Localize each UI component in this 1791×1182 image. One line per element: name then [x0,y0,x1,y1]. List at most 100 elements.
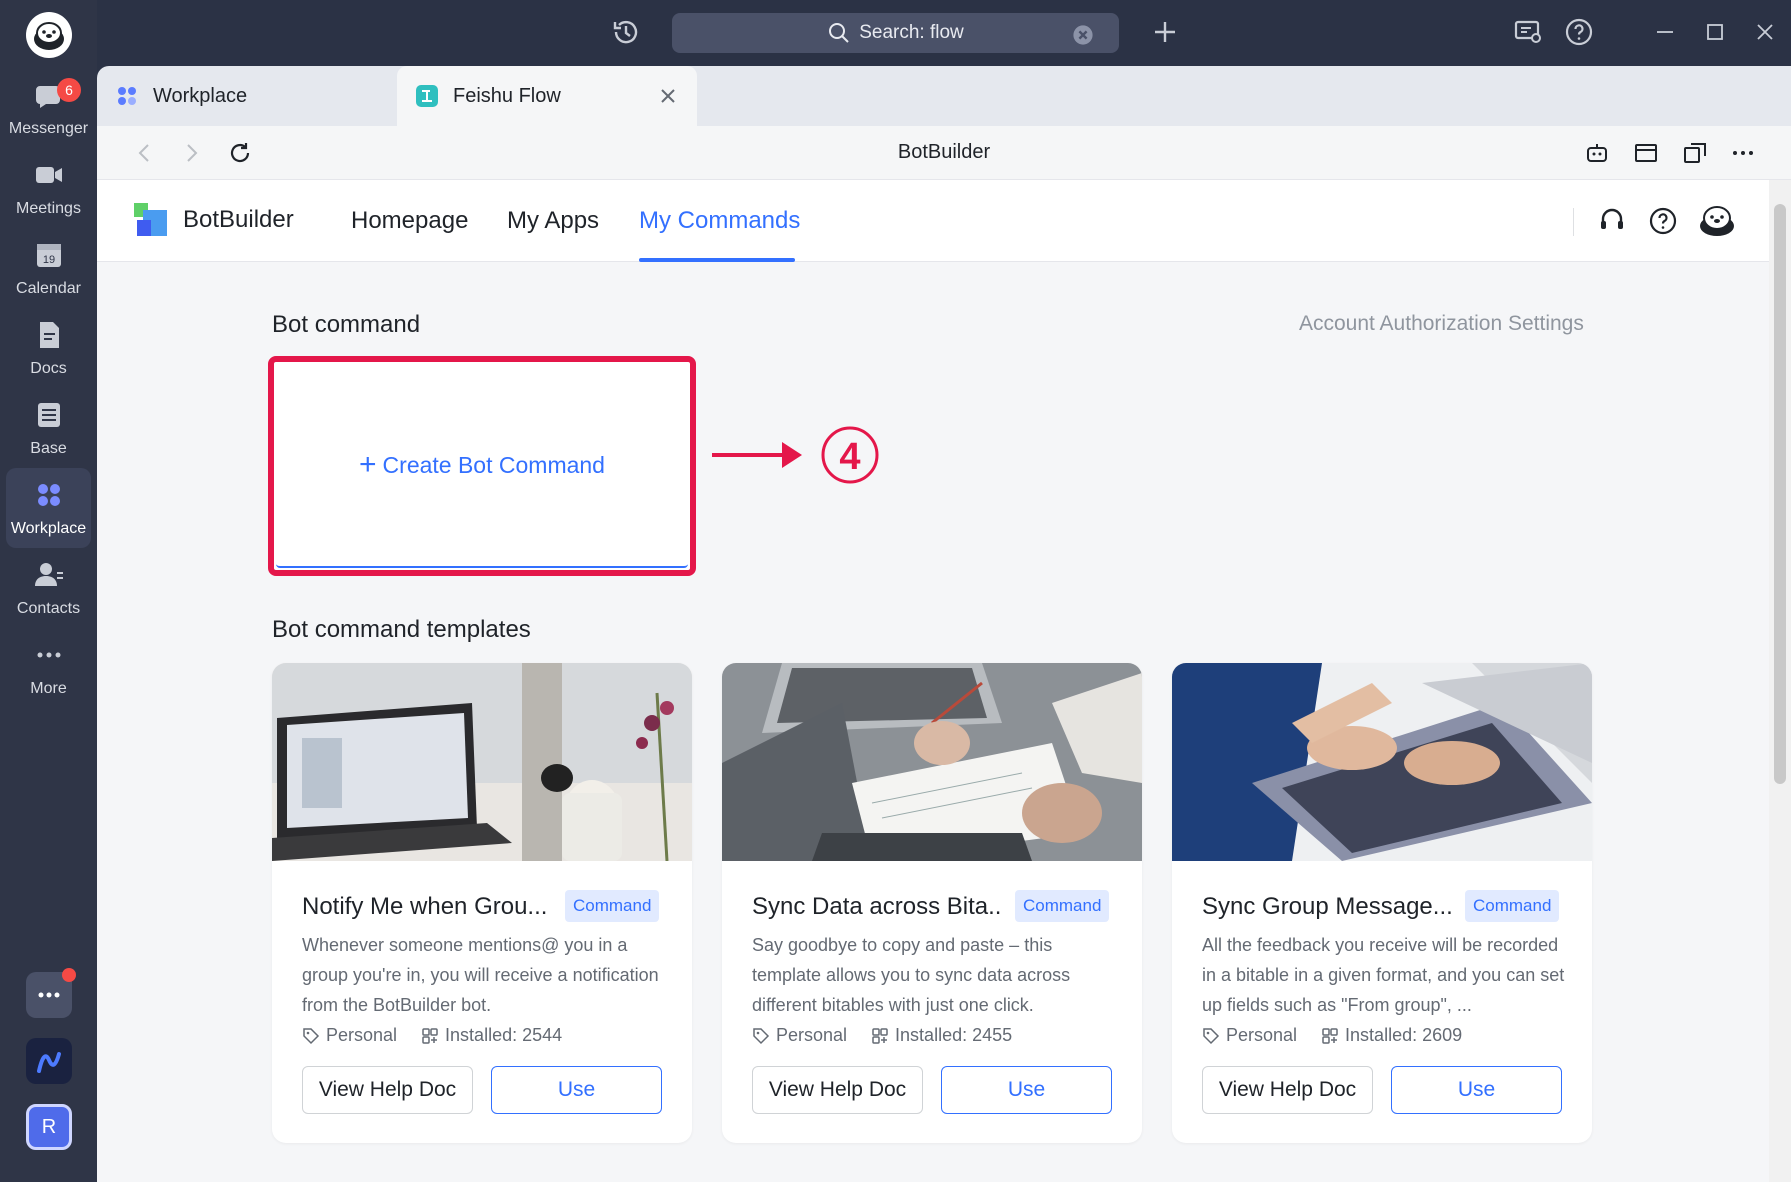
app-header: BotBuilder Homepage My Apps My Commands [97,180,1769,262]
template-meta: Personal Installed: 2455 [752,1025,1012,1046]
left-rail: Messenger 6 Meetings 19 Calendar Docs Ba… [0,0,97,1182]
rail-workplace[interactable]: Workplace [6,468,91,548]
template-card[interactable]: Sync Data across Bita... Command Say goo… [722,663,1142,1143]
help-icon[interactable] [1563,16,1595,48]
close-window-icon[interactable] [1749,16,1781,48]
screen-share-icon[interactable] [1512,16,1544,48]
rail-calendar[interactable]: 19 Calendar [6,228,91,308]
tab-label: Workplace [153,84,248,107]
nav-my-apps[interactable]: My Apps [507,207,599,235]
rail-label: Workplace [10,520,87,537]
close-tab-icon[interactable] [657,85,679,107]
bot-icon[interactable] [1584,140,1610,166]
split-view-icon[interactable] [1682,140,1708,166]
app-logo-icon[interactable] [26,12,72,58]
open-window-icon[interactable] [1633,140,1659,166]
tab-label: Feishu Flow [453,84,561,107]
template-installed: Installed: 2544 [445,1025,563,1045]
more-apps-button[interactable] [26,968,76,1018]
browser-toolbar: BotBuilder [97,126,1791,180]
account-authorization-link[interactable]: Account Authorization Settings [1299,312,1584,336]
template-meta: Personal Installed: 2609 [1202,1025,1462,1046]
rail-more[interactable]: More [6,628,91,708]
scroll-thumb[interactable] [1774,204,1786,784]
notification-dot [62,968,76,982]
template-image [1172,663,1592,861]
template-card[interactable]: Sync Group Message... Command All the fe… [1172,663,1592,1143]
rail-messenger[interactable]: Messenger 6 [6,68,91,148]
customer-service-icon[interactable] [1595,204,1629,238]
maximize-icon[interactable] [1699,16,1731,48]
svg-text:19: 19 [42,254,54,266]
templates-heading: Bot command templates [272,616,531,643]
view-help-doc-button[interactable]: View Help Doc [302,1066,473,1114]
installed-icon [1322,1027,1338,1044]
tab-bar: Workplace Feishu Flow [97,66,1791,126]
template-category: Personal [776,1025,848,1045]
tab-workplace[interactable]: Workplace [97,66,397,126]
page-title: BotBuilder [897,141,991,163]
user-avatar-icon[interactable] [1697,200,1737,240]
tag-icon [303,1027,320,1044]
template-card[interactable]: Notify Me when Grou... Command Whenever … [272,663,692,1143]
template-meta: Personal Installed: 2544 [302,1025,562,1046]
aily-app-button[interactable] [26,1038,72,1084]
template-title: Notify Me when Grou... [302,893,548,920]
search-text: Search: flow [859,22,964,43]
plus-icon: + [359,448,377,481]
rail-label: Docs [30,360,67,377]
command-tag: Command [1015,890,1110,922]
user-avatar[interactable]: R [26,1104,72,1150]
installed-icon [872,1027,888,1044]
view-help-doc-button[interactable]: View Help Doc [752,1066,923,1114]
nav-homepage[interactable]: Homepage [351,207,468,235]
rail-base[interactable]: Base [6,388,91,468]
feishu-flow-tab-icon [416,85,438,107]
rail-label: Base [30,440,67,457]
calendar-icon: 19 [36,244,61,267]
command-tag: Command [1465,890,1560,922]
brand-name: BotBuilder [183,206,294,233]
use-template-button[interactable]: Use [491,1066,662,1114]
brand[interactable]: BotBuilder [133,202,294,238]
template-image [722,663,1142,861]
use-template-button[interactable]: Use [1391,1066,1562,1114]
base-table-icon [37,403,60,427]
rail-label: Meetings [16,200,81,217]
template-category: Personal [1226,1025,1298,1045]
nav-my-commands[interactable]: My Commands [639,207,800,235]
rail-label: Messenger [8,120,89,137]
more-options-icon[interactable] [1730,140,1756,166]
rail-meetings[interactable]: Meetings [6,148,91,228]
template-description: Say goodbye to copy and paste – this tem… [752,935,1071,1015]
minimize-icon[interactable] [1649,16,1681,48]
document-icon [39,322,59,348]
template-image [272,663,692,861]
rail-label: More [30,680,67,697]
rail-docs[interactable]: Docs [6,308,91,388]
use-template-button[interactable]: Use [941,1066,1112,1114]
clear-search-icon[interactable] [1071,23,1095,47]
help-icon[interactable] [1646,204,1680,238]
tag-icon [753,1027,770,1044]
page-scrollbar[interactable] [1769,180,1791,1182]
rail-contacts[interactable]: Contacts [6,548,91,628]
history-icon[interactable] [610,16,642,48]
create-bot-command-button[interactable]: + Create Bot Command [276,364,688,568]
new-tab-plus-icon[interactable] [1149,16,1181,48]
annotation-arrow: 4 [712,426,879,484]
botbuilder-page: BotBuilder Homepage My Apps My Commands … [97,180,1769,1182]
tab-feishu-flow[interactable]: Feishu Flow [397,66,697,126]
create-label: Create Bot Command [382,451,605,478]
installed-icon [422,1027,438,1044]
workplace-tab-icon [118,87,136,105]
contacts-icon [34,563,63,586]
workplace-grid-icon [37,484,60,506]
aily-logo-icon [37,1052,61,1073]
template-description: All the feedback you receive will be rec… [1202,935,1565,1015]
active-tab-indicator [639,258,795,262]
view-help-doc-button[interactable]: View Help Doc [1202,1066,1373,1114]
unread-badge: 6 [57,78,81,102]
global-search-input[interactable]: Search: flow [672,13,1119,53]
botbuilder-logo-icon [133,202,169,238]
